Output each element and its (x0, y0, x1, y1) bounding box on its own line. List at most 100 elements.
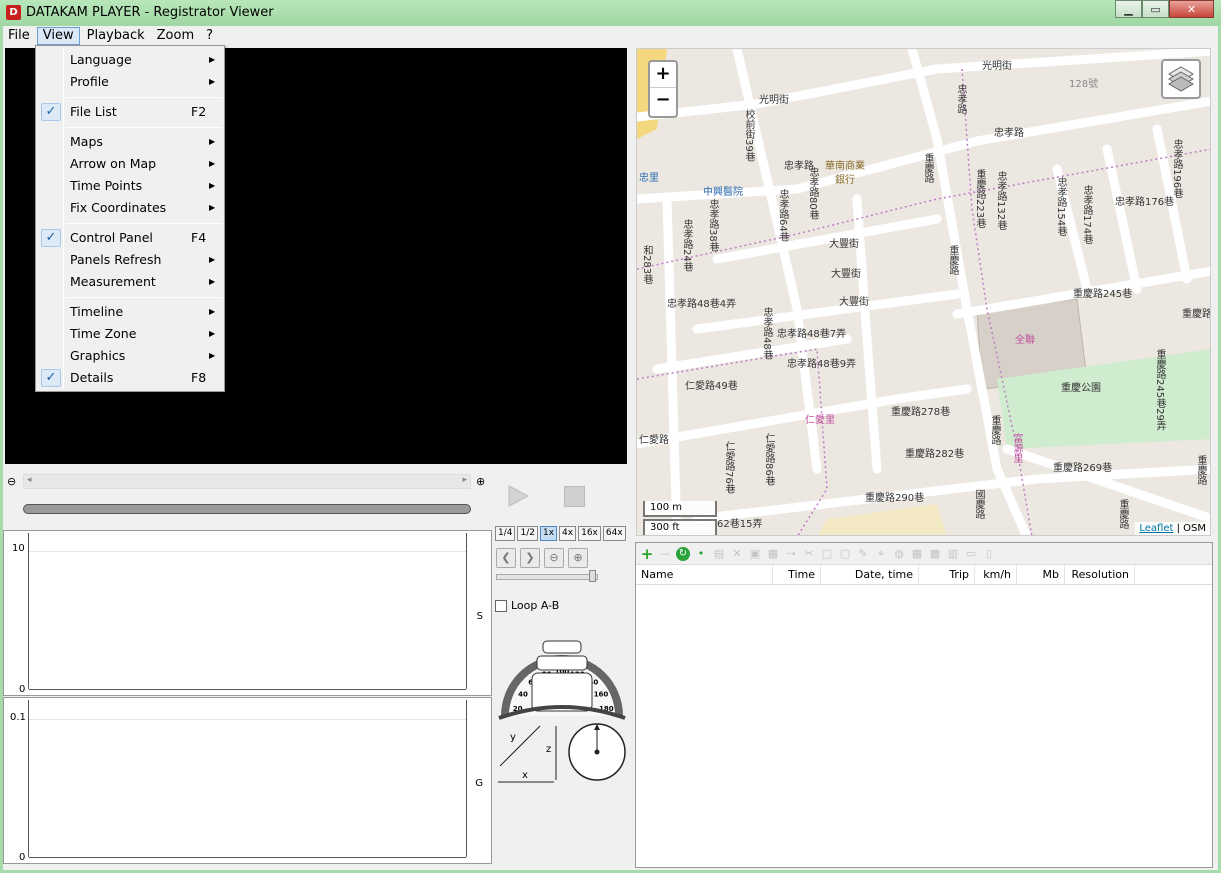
next-frame-button[interactable]: ❯ (520, 548, 540, 568)
title-bar[interactable]: D DATAKAM PLAYER - Registrator Viewer ▁ … (0, 0, 1221, 26)
col-header-date[interactable]: Date, time (821, 565, 919, 585)
menu-item-graphics[interactable]: Graphics ▶ (38, 345, 222, 367)
menu-bar: File View Playback Zoom ? (3, 26, 1218, 46)
map-label: 華南商業 (825, 161, 865, 172)
menu-item-file-list[interactable]: ✓ File List F2 (38, 101, 222, 123)
menu-file[interactable]: File (3, 27, 35, 45)
map-zoom-in-button[interactable]: + (650, 62, 676, 88)
scroll-right-icon[interactable]: ▸ (462, 475, 467, 485)
menu-item-maps[interactable]: Maps ▶ (38, 131, 222, 153)
map-layers-button[interactable] (1161, 59, 1201, 99)
export-icon[interactable]: ▦ (766, 547, 780, 561)
timeline-scrollbar[interactable]: ◂ ▸ (23, 474, 471, 489)
edit-icon[interactable]: ✎ (856, 547, 870, 561)
col-header-speed[interactable]: km/h (975, 565, 1017, 585)
speed-half-button[interactable]: 1/2 (517, 526, 538, 541)
menu-item-arrow-on-map[interactable]: Arrow on Map ▶ (38, 153, 222, 175)
loop-ab-checkbox[interactable] (495, 599, 507, 612)
menu-item-fix-coordinates[interactable]: Fix Coordinates ▶ (38, 197, 222, 219)
menu-item-label: Arrow on Map (70, 156, 157, 171)
speed-16x-button[interactable]: 16x (578, 526, 601, 541)
col-header-time[interactable]: Time (773, 565, 821, 585)
menu-item-language[interactable]: Language ▶ (38, 49, 222, 71)
add-file-icon[interactable]: + (640, 546, 654, 561)
grid-icon[interactable]: ▦ (910, 547, 924, 561)
image-icon[interactable]: ▩ (928, 547, 942, 561)
zoom-out-button[interactable]: ⊖ (544, 548, 564, 568)
prev-frame-button[interactable]: ❮ (496, 548, 516, 568)
menu-item-details[interactable]: ✓ Details F8 (38, 367, 222, 389)
menu-item-timeline[interactable]: Timeline ▶ (38, 301, 222, 323)
remove-file-icon[interactable]: — (658, 547, 672, 561)
magnifier-plus-icon: ⊕ (573, 551, 583, 564)
app-window: D DATAKAM PLAYER - Registrator Viewer ▁ … (0, 0, 1221, 873)
menu-item-profile[interactable]: Profile ▶ (38, 71, 222, 93)
col-header-trip[interactable]: Trip (919, 565, 975, 585)
refresh-icon[interactable]: ↻ (676, 546, 690, 561)
gforce-graph: 0.1 0 G (3, 697, 492, 864)
document-icon[interactable]: ▯ (982, 547, 996, 561)
menu-zoom[interactable]: Zoom (152, 27, 199, 45)
speed-quarter-button[interactable]: 1/4 (495, 526, 516, 541)
menu-playback[interactable]: Playback (82, 27, 150, 45)
menu-item-time-zone[interactable]: Time Zone ▶ (38, 323, 222, 345)
delete-icon[interactable]: ✕ (730, 547, 744, 561)
menu-item-label: Details (70, 370, 114, 385)
timeline-zoom-in-icon[interactable]: ⊕ (476, 476, 488, 488)
speed-1x-button[interactable]: 1x (539, 526, 558, 541)
graph-side-label: G (475, 778, 483, 789)
menu-item-label: Time Zone (70, 326, 137, 341)
file-list-header: Name Time Date, time Trip km/h Mb Resolu… (636, 565, 1212, 585)
film-icon[interactable]: ▥ (946, 547, 960, 561)
maximize-button[interactable]: ▭ (1142, 0, 1169, 18)
dot-icon[interactable]: • (694, 547, 708, 561)
folder-icon[interactable]: ▭ (964, 547, 978, 561)
minimize-button[interactable]: ▁ (1115, 0, 1142, 18)
playback-progress-bar[interactable] (23, 504, 471, 514)
map-label: 忠孝路 (994, 128, 1024, 139)
submenu-arrow-icon: ▶ (209, 351, 216, 360)
cut-icon[interactable]: ✂ (802, 547, 816, 561)
volume-slider-thumb[interactable] (589, 570, 596, 582)
menu-item-panels-refresh[interactable]: Panels Refresh ▶ (38, 249, 222, 271)
map-label: 光明街 (759, 95, 789, 106)
play-button[interactable] (506, 484, 530, 508)
map-label: 富源里 (1011, 433, 1022, 463)
speed-64x-button[interactable]: 64x (602, 526, 626, 541)
map-label: 忠孝路64巷 (777, 189, 788, 242)
close-button[interactable]: ✕ (1169, 0, 1214, 18)
save-icon[interactable]: ▣ (748, 547, 762, 561)
play-icon (508, 485, 530, 507)
volume-slider[interactable] (496, 574, 598, 580)
menu-help[interactable]: ? (201, 27, 218, 45)
map-zoom-control: + − (648, 60, 678, 118)
stop-button[interactable] (564, 486, 585, 507)
map-label: 忠孝路48巷 (761, 307, 772, 360)
scroll-left-icon[interactable]: ◂ (27, 475, 32, 485)
merge-icon[interactable]: ⇢ (784, 547, 798, 561)
frame-icon[interactable]: ▢ (838, 547, 852, 561)
col-header-mb[interactable]: Mb (1017, 565, 1065, 585)
menu-view[interactable]: View (36, 27, 80, 45)
y-tick-top: 0.1 (10, 712, 26, 723)
leaflet-link[interactable]: Leaflet (1139, 523, 1173, 534)
speed-4x-button[interactable]: 4x (559, 526, 577, 541)
pin-icon[interactable]: ⌖ (874, 547, 888, 561)
menu-item-control-panel[interactable]: ✓ Control Panel F4 (38, 227, 222, 249)
globe-icon[interactable]: ◍ (892, 547, 906, 561)
copy-icon[interactable]: ▤ (712, 547, 726, 561)
col-header-name[interactable]: Name (636, 565, 773, 585)
menu-item-time-points[interactable]: Time Points ▶ (38, 175, 222, 197)
zoom-in-button[interactable]: ⊕ (568, 548, 588, 568)
window-title: DATAKAM PLAYER - Registrator Viewer (26, 5, 274, 20)
timeline-zoom-out-icon[interactable]: ⊖ (7, 476, 19, 488)
map-zoom-out-button[interactable]: − (650, 88, 676, 114)
map-label: 忠孝路48巷4弄 (667, 299, 737, 310)
gridline (29, 551, 466, 552)
col-header-resolution[interactable]: Resolution (1065, 565, 1135, 585)
map-panel[interactable]: + − 光明街 128號 光明街 校前街39巷 忠孝路 忠孝路 忠孝路 華南商業… (636, 48, 1211, 536)
menu-item-measurement[interactable]: Measurement ▶ (38, 271, 222, 293)
loop-ab-label: Loop A-B (511, 599, 560, 612)
select-icon[interactable]: □ (820, 547, 834, 561)
loop-ab-option[interactable]: Loop A-B (495, 599, 559, 612)
